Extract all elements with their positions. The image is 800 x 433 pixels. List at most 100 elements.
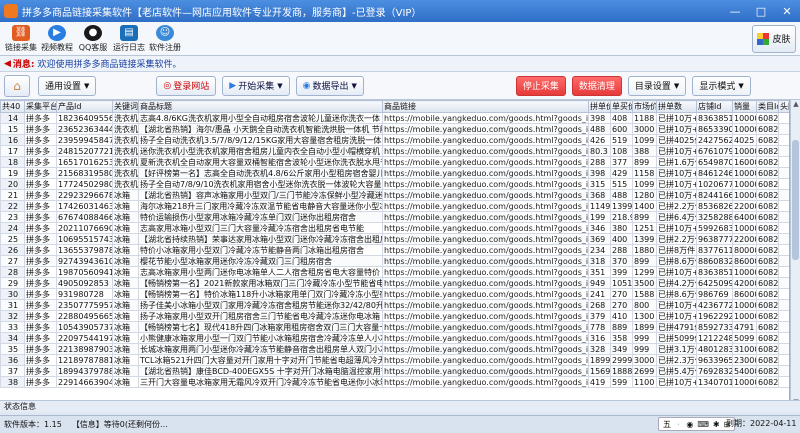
table-row[interactable]: 14拼多多182364095566洗衣机志高4.8/6KG洗衣机家用小型全自动租… xyxy=(0,112,789,124)
market-price-cell: 1100 xyxy=(632,376,657,388)
ime-mode-icon[interactable]: 五 xyxy=(663,419,671,430)
image-cell xyxy=(778,211,789,223)
table-row[interactable]: 23 拼多多 67674088466 冰箱 特价运输损伤小型家用冰箱冷藏冷冻单门双门迷你… xyxy=(0,211,789,223)
table-row[interactable]: 24拼多多202110766905冰箱志高家用冰箱小型双门三门大容量冷藏冷冻宿舍… xyxy=(0,222,789,234)
table-row[interactable]: 25拼多多106955157431冰箱【湖北省持续热销】荣事达家用冰箱小型双门迷… xyxy=(0,233,789,245)
platform-cell: 拼多多 xyxy=(24,233,57,245)
column-header[interactable]: 关键词 xyxy=(112,100,139,113)
table-row[interactable]: 26拼多多136553798785冰箱特价小冰箱家用小型双门冷藏冷冻节能静音两门… xyxy=(0,244,789,256)
table-row[interactable]: 19拼多多215683195802洗衣机【好评榜第一名】志高全自动洗衣机4.8/… xyxy=(0,167,789,179)
skin-button[interactable]: 皮肤 xyxy=(752,24,796,53)
image-cell xyxy=(778,310,789,322)
column-header[interactable]: 销量 xyxy=(732,100,757,113)
column-header[interactable]: 市场价 xyxy=(632,100,657,113)
shop-id-cell: 423677220 xyxy=(696,299,733,311)
ime-toolbar[interactable]: 五 ᆞ ◉ ⌨ ✱ ⊞ xyxy=(658,417,736,431)
group-price-cell: 368 xyxy=(588,189,611,201)
group-price-cell: 288 xyxy=(588,156,611,168)
display-mode-dropdown[interactable]: 显示模式 ▼ xyxy=(692,75,751,96)
group-count-cell: 已拼10万+件 xyxy=(656,376,697,388)
sales-cell: 5099 xyxy=(732,332,757,344)
keyword-cell: 冰箱 xyxy=(112,255,139,267)
keyboard-icon[interactable]: ⌨ xyxy=(697,420,709,429)
column-header[interactable]: 类目Id xyxy=(756,100,779,113)
scroll-thumb[interactable] xyxy=(792,140,799,260)
market-price-cell: 1099 xyxy=(632,134,657,146)
group-price-cell: 234 xyxy=(588,244,611,256)
table-row[interactable]: 30 拼多多 931980728 冰箱 【畅销榜第一名】特价冰箱118升小冰箱家用单门双… xyxy=(0,288,789,300)
table-row[interactable]: 35拼多多221389879033冰箱长城冰箱家用两门小型迷你冷藏冷冻节能静音宿… xyxy=(0,343,789,355)
image-cell xyxy=(778,222,789,234)
column-header[interactable]: 商品链接 xyxy=(382,100,589,113)
scroll-up-icon[interactable]: ▲ xyxy=(791,100,800,110)
tool-video-tutorial[interactable]: ▶ 视频教程 xyxy=(40,22,74,56)
clear-data-button[interactable]: 数据清理 xyxy=(571,75,622,96)
export-data-button[interactable]: ◉ 数据导出 ▼ xyxy=(295,75,364,96)
table-row[interactable]: 29 拼多多 4905092853 冰箱 【畅销榜第一名】2021新款家用冰箱双门三门冷… xyxy=(0,277,789,289)
table-row[interactable]: 20 拼多多 17724502980 洗衣机 扬子全自动7/8/9/10洗衣机家用宿舍小… xyxy=(0,178,789,190)
table-row[interactable]: 16拼多多239599458472洗衣机扬子全自动洗衣机3.5/7/8/9/12… xyxy=(0,134,789,146)
data-grid[interactable]: 共40采集平台产品Id关键词商品标题商品链接拼单价单买价市场价拼单数店铺Id销量… xyxy=(0,100,790,408)
sales-cell: 54000 xyxy=(732,365,757,377)
table-row[interactable]: 17拼多多248152077219洗衣机迷你洗衣机小型洗衣机家用宿舍租房儿童内衣… xyxy=(0,145,789,157)
column-header[interactable]: 共40 xyxy=(0,100,25,113)
title-cell: 志高家用冰箱小型双门三门大容量冷藏冷冻宿舍出租房省电节能 xyxy=(138,222,383,234)
column-header[interactable]: 头图 xyxy=(778,100,789,113)
group-price-cell: 1569 xyxy=(588,365,611,377)
product-id-cell: 235077759572 xyxy=(56,299,113,311)
image-cell xyxy=(778,123,789,135)
home-button[interactable]: ⌂ xyxy=(4,74,30,97)
table-row[interactable]: 32拼多多228804956654冰箱扬子冰箱家用小型双开门租房宿舍三门节能省电… xyxy=(0,310,789,322)
table-row[interactable]: 36拼多多121897878816冰箱TCL冰箱521升四门大容量对开门家用十字… xyxy=(0,354,789,366)
tool-run-log[interactable]: ▤ 运行日志 xyxy=(112,22,146,56)
column-header[interactable]: 拼单数 xyxy=(656,100,697,113)
shop-id-cell: 837761116 xyxy=(696,244,733,256)
close-button[interactable]: ✕ xyxy=(774,0,800,22)
table-row[interactable]: 21拼多多229232966784冰箱【湖北省热销】容声冰箱家用小型双门/三门节… xyxy=(0,189,789,201)
table-row[interactable]: 27 拼多多 92743943610 冰箱 樱花节能小型冰箱家用迷你冷冻冷藏双门三门租房… xyxy=(0,255,789,267)
image-cell xyxy=(778,299,789,311)
column-header[interactable]: 产品Id xyxy=(56,100,113,113)
column-header[interactable]: 单买价 xyxy=(610,100,633,113)
maximize-button[interactable]: □ xyxy=(748,0,774,22)
start-collect-button[interactable]: ▶ 开始采集 ▼ xyxy=(222,75,290,96)
minimize-button[interactable]: — xyxy=(722,0,748,22)
vertical-scrollbar[interactable]: ▲ ▼ xyxy=(790,100,800,408)
title-cell: 海尔冰箱218升三门家用冷藏冷冻双温节能省电静音大容量迷你小型冰箱 xyxy=(138,200,383,212)
shop-id-cell: 676107949 xyxy=(696,145,733,157)
tool-register[interactable]: ☺ 软件注册 xyxy=(148,22,182,56)
ime-punct-icon[interactable]: ᆞ xyxy=(675,419,682,430)
link-cell: https://mobile.yangkeduo.com/goods.html?… xyxy=(382,233,589,245)
ime-settings-icon[interactable]: ✱ xyxy=(713,420,720,429)
sales-cell: 22000 xyxy=(732,200,757,212)
table-row[interactable]: 18拼多多165170162534洗衣机夏新洗衣机全自动家用大容量双桶智能宿舍波… xyxy=(0,156,789,168)
title-cell: 【湖北省热销】康佳BCD-400EGX5S 十字对开门冰箱电脑温控家用节能风冷无… xyxy=(138,365,383,377)
row-index: 36 xyxy=(0,354,25,366)
tool-link-collect[interactable]: ⛓ 链接采集 xyxy=(4,22,38,56)
message-bar: ◀ 消息: 欢迎使用拼多多商品链接采集软件。 xyxy=(0,56,800,72)
category-id-cell: 6082 xyxy=(756,123,779,135)
column-header[interactable]: 拼单价 xyxy=(588,100,611,113)
table-row[interactable]: 34拼多多220975441974冰箱小熊健康冰箱家用小型一门双门节能小冰箱租房… xyxy=(0,332,789,344)
column-header[interactable]: 店铺Id xyxy=(696,100,733,113)
column-header[interactable]: 商品标题 xyxy=(138,100,383,113)
table-row[interactable]: 15拼多多236523634441洗衣机【湖北省热销】海尔/惠晶 小天鹅全自动洗… xyxy=(0,123,789,135)
table-row[interactable]: 33拼多多105439057372冰箱【畅销榜第七名】现代418升四门冰箱家用租… xyxy=(0,321,789,333)
ime-width-icon[interactable]: ◉ xyxy=(686,420,693,429)
group-price-cell: 398 xyxy=(588,167,611,179)
table-row[interactable]: 28拼多多198705609411冰箱志高冰箱家用小型两门迷你电冰箱单人二人宿舍… xyxy=(0,266,789,278)
table-row[interactable]: 37 拼多多 18994379788 冰箱 【湖北省热销】康佳BCD-400EGX5S … xyxy=(0,365,789,377)
tool-qq-support[interactable]: ● QQ客服 xyxy=(76,22,110,56)
column-header[interactable]: 采集平台 xyxy=(24,100,57,113)
product-id-cell: 220975441974 xyxy=(56,332,113,344)
table-row[interactable]: 38拼多多229146639048冰箱三开门大容量电冰箱家用无霜风冷双开门冷藏冷… xyxy=(0,376,789,388)
table-row[interactable]: 22拼多多174260314635冰箱海尔冰箱218升三门家用冷藏冷冻双温节能省… xyxy=(0,200,789,212)
link-cell: https://mobile.yangkeduo.com/goods.html?… xyxy=(382,211,589,223)
stop-collect-button[interactable]: 停止采集 xyxy=(515,75,566,96)
sales-cell: 80000 xyxy=(732,244,757,256)
table-row[interactable]: 31拼多多235077759572冰箱扬子佳美小冰箱小型双门家用冷藏冷冻宿舍租房… xyxy=(0,299,789,311)
dir-settings-dropdown[interactable]: 目录设置 ▼ xyxy=(627,75,687,96)
general-settings-dropdown[interactable]: 通用设置 ▼ xyxy=(38,75,97,96)
login-site-button[interactable]: ◎ 登录网站 xyxy=(156,75,217,96)
group-price-cell: 241 xyxy=(588,288,611,300)
